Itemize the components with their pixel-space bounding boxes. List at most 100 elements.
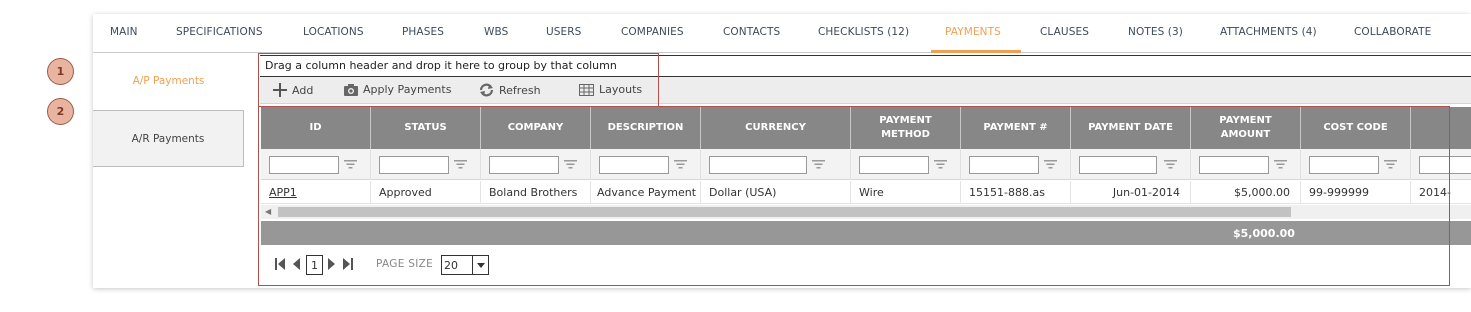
filter-input-payment-method[interactable] <box>859 156 929 174</box>
tab-locations[interactable]: LOCATIONS <box>303 26 364 38</box>
grid-header-row: ID STATUS COMPANY DESCRIPTION CURRENCY P… <box>261 107 1471 149</box>
column-header-company[interactable]: COMPANY <box>481 107 591 149</box>
filter-cell-id <box>261 149 371 180</box>
filter-input-description[interactable] <box>599 156 669 174</box>
column-header-description[interactable]: DESCRIPTION <box>591 107 701 149</box>
scrollbar-thumb[interactable] <box>278 207 1291 217</box>
grid-toolbar: Add Apply Payments Refresh Layouts <box>260 77 1471 104</box>
filter-cell-company <box>481 149 591 180</box>
filter-icon[interactable] <box>934 160 947 169</box>
tab-bar: MAIN SPECIFICATIONS LOCATIONS PHASES WBS… <box>93 14 1471 53</box>
tab-collaborate[interactable]: COLLABORATE <box>1354 26 1431 38</box>
filter-cell-cost-code <box>1301 149 1411 180</box>
tab-phases[interactable]: PHASES <box>402 26 444 38</box>
cell-description: Advance Payment <box>591 181 701 204</box>
refresh-label: Refresh <box>499 83 541 97</box>
tab-users[interactable]: USERS <box>546 26 581 38</box>
column-header-status[interactable]: STATUS <box>371 107 481 149</box>
filter-input-cost-code[interactable] <box>1309 156 1379 174</box>
column-header-next[interactable]: P <box>1411 107 1471 149</box>
tab-contacts[interactable]: CONTACTS <box>723 26 780 38</box>
sidebar-item-label: A/P Payments <box>132 75 205 87</box>
filter-cell-currency <box>701 149 851 180</box>
cell-payment-number: 15151-888.as <box>961 181 1071 204</box>
filter-cell-next <box>1411 149 1471 180</box>
next-page-icon[interactable] <box>328 257 336 271</box>
column-header-id[interactable]: ID <box>261 107 371 149</box>
tab-checklists[interactable]: CHECKLISTS (12) <box>818 26 909 38</box>
tab-main[interactable]: MAIN <box>110 26 138 38</box>
filter-icon[interactable] <box>454 160 467 169</box>
filter-input-payment-amount[interactable] <box>1199 156 1269 174</box>
sidebar-item-ar-payments[interactable]: A/R Payments <box>93 110 244 167</box>
cell-cost-code: 99-999999 <box>1301 181 1411 204</box>
apply-payments-label: Apply Payments <box>363 83 452 96</box>
filter-input-company[interactable] <box>489 156 559 174</box>
filter-cell-payment-method <box>851 149 961 180</box>
column-header-payment-number[interactable]: PAYMENT # <box>961 107 1071 149</box>
column-header-cost-code[interactable]: COST CODE <box>1301 107 1411 149</box>
filter-cell-payment-date <box>1071 149 1191 180</box>
column-header-payment-amount[interactable]: PAYMENT AMOUNT <box>1191 107 1301 149</box>
refresh-icon <box>479 83 494 97</box>
sidebar-item-ap-payments[interactable]: A/P Payments <box>93 53 244 109</box>
column-header-currency[interactable]: CURRENCY <box>701 107 851 149</box>
filter-icon[interactable] <box>1384 160 1397 169</box>
filter-cell-description <box>591 149 701 180</box>
horizontal-scrollbar[interactable]: ◀ <box>261 205 1471 219</box>
filter-icon[interactable] <box>1044 160 1057 169</box>
filter-input-payment-number[interactable] <box>969 156 1039 174</box>
payments-grid: ID STATUS COMPANY DESCRIPTION CURRENCY P… <box>261 107 1471 285</box>
tab-wbs[interactable]: WBS <box>484 26 508 38</box>
scroll-left-arrow-icon[interactable]: ◀ <box>265 207 271 216</box>
filter-icon[interactable] <box>1164 160 1177 169</box>
cell-id-link[interactable]: APP1 <box>261 181 371 204</box>
filter-input-payment-date[interactable] <box>1079 156 1157 174</box>
filter-cell-payment-number <box>961 149 1071 180</box>
plus-icon <box>273 83 287 97</box>
filter-input-currency[interactable] <box>709 156 807 174</box>
page-size-select[interactable]: 20 <box>441 255 489 275</box>
page-size-value: 20 <box>444 259 458 272</box>
first-page-icon[interactable] <box>275 257 285 271</box>
grid-pager: 1 PAGE SIZE 20 <box>261 245 1471 283</box>
filter-icon[interactable] <box>674 160 687 169</box>
previous-page-icon[interactable] <box>292 257 300 271</box>
filter-icon[interactable] <box>564 160 577 169</box>
total-payment-amount: $5,000.00 <box>1233 227 1295 240</box>
filter-input-status[interactable] <box>379 156 449 174</box>
grid-footer-totals: $5,000.00 <box>261 221 1471 245</box>
filter-icon[interactable] <box>344 160 357 169</box>
cell-payment-method: Wire <box>851 181 961 204</box>
group-by-drop-area[interactable]: Drag a column header and drop it here to… <box>260 55 1471 77</box>
tab-clauses[interactable]: CLAUSES <box>1040 26 1089 38</box>
add-button[interactable]: Add <box>273 83 313 97</box>
cell-payment-amount: $5,000.00 <box>1191 181 1301 204</box>
filter-icon[interactable] <box>1274 160 1287 169</box>
current-page-number[interactable]: 1 <box>306 255 323 275</box>
filter-input-next[interactable] <box>1419 156 1471 174</box>
layouts-button[interactable]: Layouts <box>579 83 642 96</box>
layouts-label: Layouts <box>599 83 643 96</box>
table-grid-icon <box>579 83 594 96</box>
cell-status: Approved <box>371 181 481 204</box>
page-size-label: PAGE SIZE <box>376 258 434 270</box>
cell-currency: Dollar (USA) <box>701 181 851 204</box>
dropdown-arrow-icon[interactable] <box>472 256 488 274</box>
filter-icon[interactable] <box>812 160 825 169</box>
apply-payments-button[interactable]: Apply Payments <box>344 83 451 96</box>
last-page-icon[interactable] <box>343 257 353 271</box>
cell-payment-date: Jun-01-2014 <box>1071 181 1191 204</box>
refresh-button[interactable]: Refresh <box>479 83 541 97</box>
filter-input-id[interactable] <box>269 156 339 174</box>
active-tab-indicator <box>931 50 1021 53</box>
callout-badge-1: 1 <box>47 58 74 85</box>
tab-companies[interactable]: COMPANIES <box>621 26 684 38</box>
tab-specifications[interactable]: SPECIFICATIONS <box>176 26 263 38</box>
table-row[interactable]: APP1 Approved Boland Brothers Advance Pa… <box>261 181 1471 204</box>
column-header-payment-method[interactable]: PAYMENT METHOD <box>851 107 961 149</box>
tab-payments[interactable]: PAYMENTS <box>945 26 1001 38</box>
tab-attachments[interactable]: ATTACHMENTS (4) <box>1220 26 1317 38</box>
column-header-payment-date[interactable]: PAYMENT DATE <box>1071 107 1191 149</box>
tab-notes[interactable]: NOTES (3) <box>1128 26 1183 38</box>
